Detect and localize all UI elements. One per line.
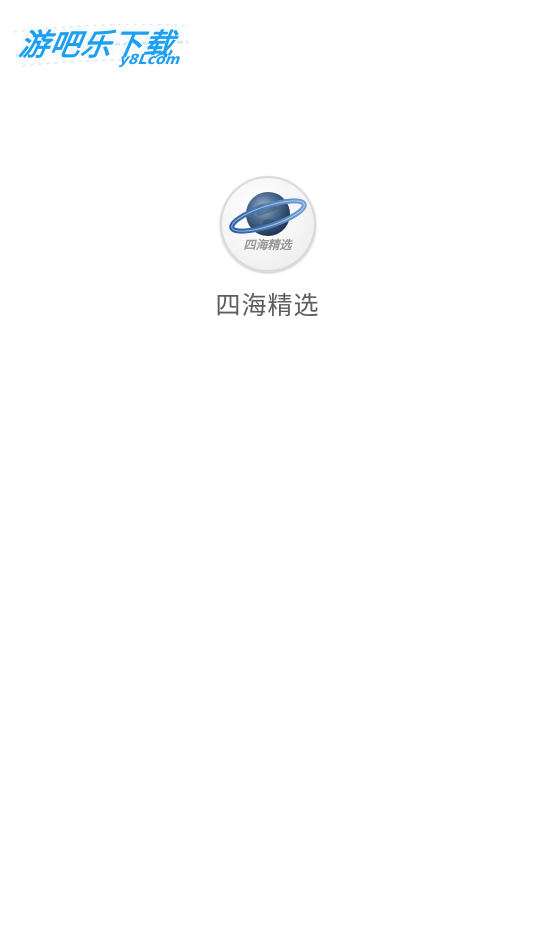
globe-icon — [228, 192, 307, 236]
app-logo-caption: 四海精选 — [243, 238, 292, 252]
app-name: 四海精选 — [215, 291, 320, 320]
app-logo-icon: 四海精选 — [219, 176, 316, 272]
splash-screen: 游吧乐下载 y8Lcom 四海精选 四海精选 — [0, 0, 535, 951]
app-splash: 四海精选 四海精选 — [0, 176, 535, 322]
site-watermark-logo: 游吧乐下载 y8Lcom — [12, 10, 192, 72]
watermark-sub-text: y8Lcom — [118, 52, 182, 68]
